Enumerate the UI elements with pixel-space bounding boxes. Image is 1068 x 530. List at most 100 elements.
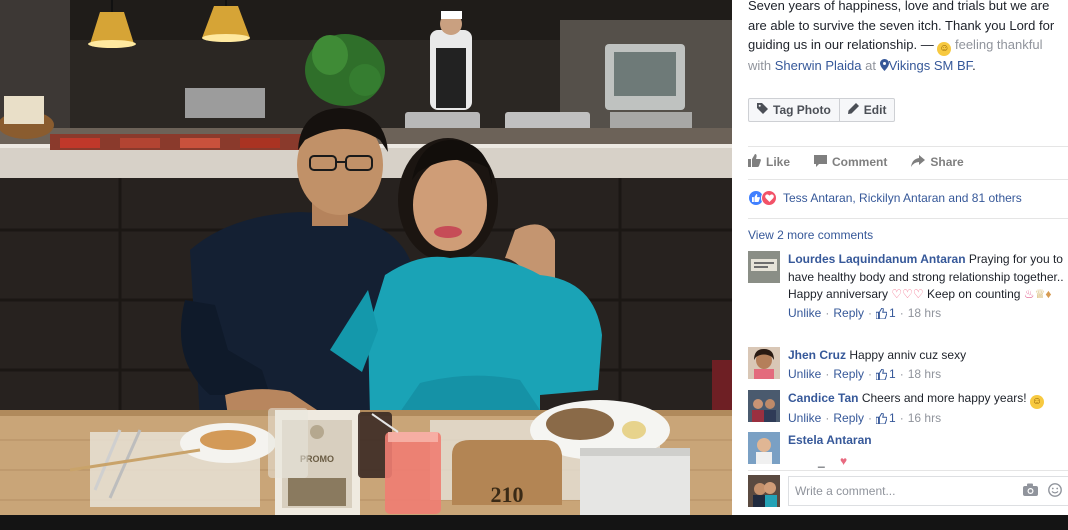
separator-dot: · (868, 411, 873, 425)
tag-photo-label: Tag Photo (773, 103, 831, 117)
separator-dot: · (899, 366, 904, 381)
avatar[interactable] (748, 347, 780, 379)
comment-body: Jhen Cruz Happy anniv cuz sexy Unlike · … (788, 347, 1066, 383)
comment-author-link[interactable]: Jhen Cruz (788, 348, 846, 362)
feeling-prefix: feeling (954, 37, 994, 52)
divider (748, 470, 1068, 471)
reaction-names[interactable]: Tess Antaran, Rickilyn Antaran and 81 ot… (783, 191, 1022, 205)
comment-item: Estela Antaran _ ♥ (748, 432, 1066, 470)
unlike-link[interactable]: Unlike (788, 366, 821, 384)
avatar (748, 475, 780, 507)
heart-emoji-icon: ♡♡♡ (891, 287, 924, 301)
comment-text: Cheers and more happy years! (861, 391, 1027, 405)
viewer-bottom-bar (0, 515, 1068, 530)
post-side-panel: Seven years of happiness, love and trial… (732, 0, 1068, 515)
separator-dot: · (825, 366, 830, 381)
post-photo[interactable]: PROMO 210 (0, 0, 732, 515)
comment-author-link[interactable]: Lourdes Laquindanum Antaran (788, 252, 966, 266)
love-reaction-icon (761, 190, 777, 206)
comment-likes[interactable]: 1 (876, 305, 896, 323)
reply-link[interactable]: Reply (833, 305, 864, 323)
tag-photo-button[interactable]: Tag Photo (748, 98, 840, 122)
comment-meta: Unlike · Reply · 1 · 16 hrs (788, 410, 1066, 428)
icecream-emoji-icon: ♦ (1045, 287, 1052, 301)
reply-link[interactable]: Reply (833, 366, 864, 384)
smiley-icon[interactable] (1048, 483, 1062, 500)
speech-bubble-icon (814, 154, 828, 170)
table-number-placard: 210 (491, 482, 524, 507)
unlike-link[interactable]: Unlike (788, 410, 821, 428)
divider (748, 218, 1068, 219)
comment-text: _ (818, 453, 825, 468)
comment-item: Candice Tan Cheers and more happy years!… (748, 390, 1066, 430)
comment-likes[interactable]: 1 (876, 410, 896, 428)
separator-dot: · (825, 411, 830, 425)
smiley-emoji-icon: ☺ (937, 42, 952, 56)
comment-button[interactable]: Comment (814, 154, 887, 170)
reaction-icons (748, 190, 777, 206)
separator-dot: · (899, 411, 904, 425)
like-count: 1 (889, 305, 896, 320)
comment-body: Lourdes Laquindanum Antaran Praying for … (788, 251, 1066, 322)
composer-icons (1023, 483, 1062, 500)
location-link[interactable]: Vikings SM BF (889, 58, 973, 73)
comment-time[interactable]: 16 hrs (908, 410, 941, 428)
comment-item: Jhen Cruz Happy anniv cuz sexy Unlike · … (748, 347, 1066, 387)
post-caption: Seven years of happiness, love and trial… (748, 0, 1066, 76)
heart-emoji-icon: ♥ (840, 453, 848, 468)
comment-time[interactable]: 18 hrs (908, 366, 941, 384)
comment-likes[interactable]: 1 (876, 366, 896, 384)
comment-meta: Unlike · Reply · 1 · 18 hrs (788, 305, 1066, 323)
caption-end: . (972, 58, 976, 73)
comment-label: Comment (832, 155, 888, 169)
comment-author-link[interactable]: Candice Tan (788, 391, 858, 405)
thumbs-up-icon (748, 154, 761, 170)
avatar[interactable] (748, 390, 780, 422)
edit-label: Edit (863, 103, 887, 117)
photo-action-buttons: Tag Photo Edit (748, 98, 896, 122)
comment-text: Happy anniv cuz sexy (849, 348, 967, 362)
cake-emoji-icon: ♨ (1023, 287, 1035, 301)
comment-item: Lourdes Laquindanum Antaran Praying for … (748, 251, 1066, 341)
restaurant-couple-photo: PROMO 210 (0, 0, 732, 515)
pencil-icon (847, 99, 859, 121)
unlike-link[interactable]: Unlike (788, 305, 821, 323)
share-button[interactable]: Share (911, 154, 964, 170)
reactions-summary[interactable]: Tess Antaran, Rickilyn Antaran and 81 ot… (748, 190, 1022, 206)
separator-dot: · (868, 305, 873, 320)
cocktail-emoji-icon: ♕ (1034, 287, 1046, 301)
share-label: Share (930, 155, 964, 169)
view-more-comments-link[interactable]: View 2 more comments (748, 228, 873, 242)
comment-line: _ ♥ (788, 453, 1066, 471)
camera-icon[interactable] (1023, 483, 1038, 500)
edit-button[interactable]: Edit (839, 98, 896, 122)
comment-text: Keep on counting (927, 287, 1021, 301)
like-count: 1 (889, 366, 896, 381)
comment-body: Estela Antaran _ ♥ (788, 432, 1066, 470)
like-count: 1 (889, 411, 896, 425)
location-pin-icon (879, 58, 889, 73)
like-label: Like (766, 155, 791, 169)
post-actions: Like Comment Share (748, 154, 964, 170)
separator-dot: · (899, 305, 904, 320)
smiley-emoji-icon: ☺ (1029, 395, 1044, 409)
reply-link[interactable]: Reply (833, 410, 864, 428)
thumbs-up-icon (876, 413, 888, 425)
tagged-person-link[interactable]: Sherwin Plaida (775, 58, 862, 73)
comment-author-link[interactable]: Estela Antaran (788, 433, 872, 447)
separator-dot: · (868, 366, 873, 381)
thumbs-up-icon (876, 368, 888, 380)
comment-input[interactable] (789, 477, 999, 505)
comment-time[interactable]: 18 hrs (908, 305, 941, 323)
comment-composer (748, 474, 1068, 508)
comment-meta: Unlike · Reply · 1 · 18 hrs (788, 366, 1066, 384)
avatar[interactable] (748, 251, 780, 283)
thumbs-up-icon (876, 307, 888, 319)
divider (748, 146, 1068, 147)
separator-dot: · (825, 305, 830, 320)
comment-body: Candice Tan Cheers and more happy years!… (788, 390, 1066, 428)
comment-input-box (788, 476, 1068, 506)
avatar[interactable] (748, 432, 780, 464)
like-button[interactable]: Like (748, 154, 790, 170)
feeling-text: thankful (996, 37, 1043, 52)
